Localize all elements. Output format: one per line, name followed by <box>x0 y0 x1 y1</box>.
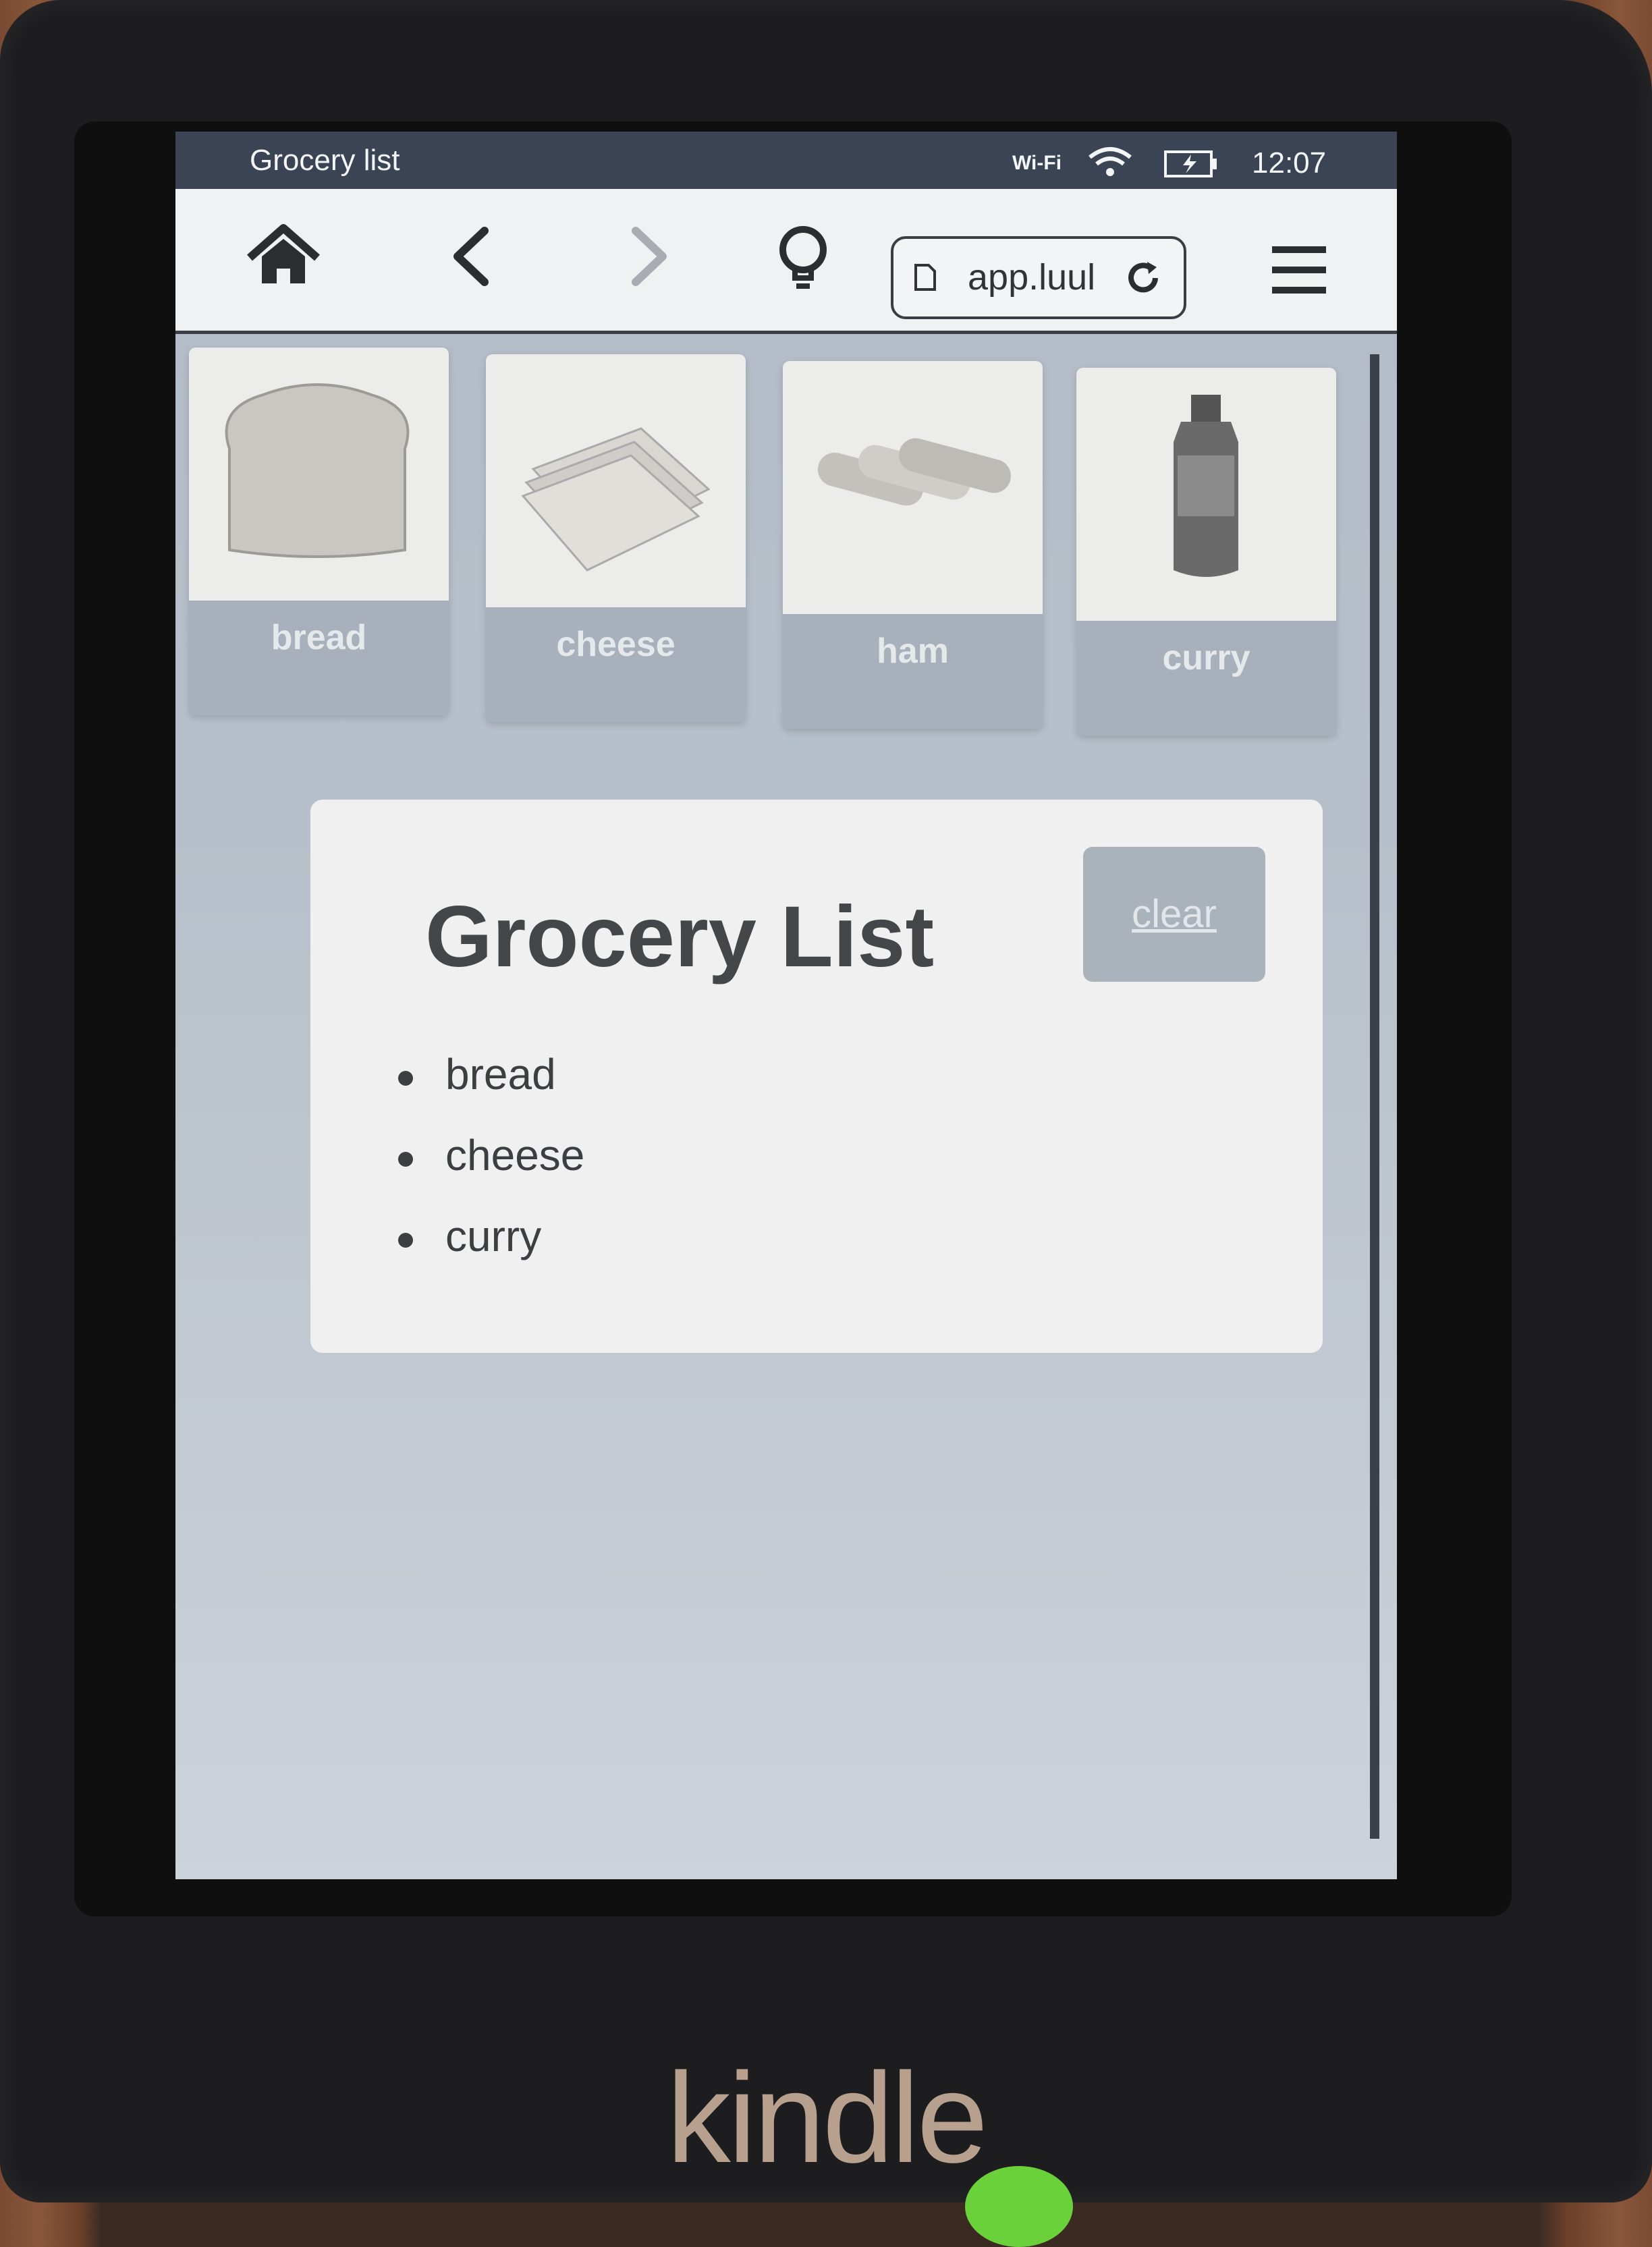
tile-label: cheese <box>556 625 676 664</box>
cheese-image <box>486 354 746 607</box>
list-item: cheese <box>398 1130 584 1211</box>
list-item: bread <box>398 1049 584 1130</box>
clear-button[interactable]: clear <box>1083 847 1265 982</box>
grocery-list-card: Grocery List clear bread cheese curry <box>310 800 1323 1353</box>
tile-label: ham <box>877 632 949 671</box>
scrollbar[interactable] <box>1370 354 1379 1839</box>
bullet-icon <box>398 1233 413 1248</box>
menu-icon[interactable] <box>1269 240 1329 300</box>
tile-ham[interactable]: ham <box>783 361 1043 729</box>
reload-icon[interactable] <box>1123 258 1163 298</box>
kindle-screen: Grocery list Wi-Fi 12:07 app.luul bread … <box>175 132 1397 1879</box>
curry-image <box>1076 368 1336 621</box>
tile-curry[interactable]: curry <box>1076 368 1336 736</box>
list-item-label: bread <box>445 1050 556 1099</box>
kindle-logo: kindle <box>666 2047 988 2190</box>
list-item-label: curry <box>445 1212 542 1260</box>
grocery-list: bread cheese curry <box>398 1049 584 1292</box>
tile-label: bread <box>271 618 367 657</box>
forward-icon[interactable] <box>607 216 688 297</box>
browser-toolbar: app.luul <box>175 189 1397 334</box>
back-icon[interactable] <box>432 216 513 297</box>
tile-label: curry <box>1162 638 1250 677</box>
page-title: Grocery List <box>425 889 935 985</box>
url-bar[interactable]: app.luul <box>891 236 1186 319</box>
wifi-label: Wi-Fi <box>1012 152 1062 174</box>
url-text[interactable]: app.luul <box>968 256 1116 298</box>
list-item-label: cheese <box>445 1131 585 1180</box>
home-icon[interactable] <box>243 216 324 297</box>
battery-charging-icon <box>1164 150 1217 177</box>
clock: 12:07 <box>1252 146 1327 179</box>
bullet-icon <box>398 1071 413 1086</box>
tile-cheese[interactable]: cheese <box>486 354 746 722</box>
status-bar: Grocery list Wi-Fi 12:07 <box>175 132 1397 189</box>
window-title: Grocery list <box>250 144 400 177</box>
tile-bread[interactable]: bread <box>189 348 449 715</box>
bread-image <box>189 348 449 601</box>
ham-image <box>783 361 1043 614</box>
wifi-icon <box>1089 147 1132 176</box>
document-icon <box>914 264 936 291</box>
product-tiles: bread cheese ham curry <box>175 334 1397 736</box>
lightbulb-icon[interactable] <box>763 216 844 297</box>
bullet-icon <box>398 1152 413 1167</box>
list-item: curry <box>398 1211 584 1292</box>
power-led <box>965 2166 1073 2247</box>
